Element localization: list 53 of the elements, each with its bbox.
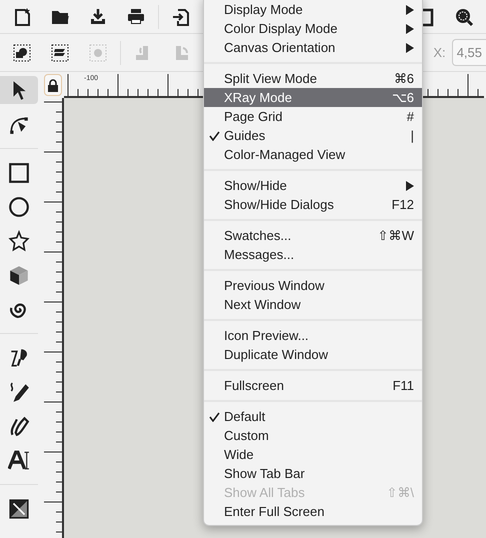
menu-item[interactable]: Fullscreen F11 [204, 376, 422, 395]
shortcut-label: # [406, 109, 414, 124]
lock-icon [48, 78, 58, 92]
calligraphy-pen-icon [8, 415, 30, 437]
new-document-icon [12, 6, 32, 26]
select-same-icon [88, 42, 108, 62]
submenu-arrow-icon [406, 180, 414, 190]
menu-item[interactable]: Previous Window [204, 276, 422, 295]
menu-item[interactable]: Split View Mode ⌘6 [204, 69, 422, 88]
text-tool-icon [8, 449, 30, 471]
menu-item[interactable]: Color-Managed View [204, 145, 422, 164]
shortcut-label: ⌘6 [394, 71, 414, 86]
menu-item[interactable]: XRay Mode ⌥6 [204, 88, 422, 107]
menu-item[interactable]: Duplicate Window [204, 345, 422, 364]
menu-item[interactable]: Messages... [204, 245, 422, 264]
rectangle-icon [8, 162, 30, 184]
menu-item[interactable]: Page Grid # [204, 107, 422, 126]
shortcut-label: F11 [392, 378, 414, 393]
menu-item[interactable]: Color Display Mode [204, 19, 422, 38]
menu-item[interactable]: Wide [204, 445, 422, 464]
import-icon [171, 6, 191, 26]
menu-item[interactable]: Show Tab Bar [204, 464, 422, 483]
menu-item[interactable]: Swatches... ⇧⌘W [204, 226, 422, 245]
printer-icon [126, 6, 146, 26]
menu-item[interactable]: Show/Hide Dialogs F12 [204, 195, 422, 214]
checkmark-icon [208, 412, 220, 422]
menu-item[interactable]: Display Mode [204, 0, 422, 19]
layers-icon [50, 42, 70, 62]
shortcut-label: ⇧⌘W [378, 228, 414, 243]
menu-item[interactable]: Canvas Orientation [204, 38, 422, 57]
menu-item[interactable]: Icon Preview... [204, 326, 422, 345]
menu-item[interactable]: Custom [204, 426, 422, 445]
checkmark-icon [208, 130, 220, 140]
menu-item[interactable]: Default [204, 407, 422, 426]
gradient-icon [8, 498, 30, 520]
circle-icon [8, 196, 30, 218]
shortcut-label: F12 [392, 197, 414, 212]
cube-icon [8, 264, 30, 286]
shortcut-label: ⌥6 [392, 90, 414, 105]
lock-button[interactable] [44, 74, 62, 96]
arrow-pointer-tool-button[interactable] [0, 76, 38, 104]
x-coordinate-label: X: [433, 45, 446, 60]
select-all-icon [12, 42, 32, 62]
zoom-icon [454, 6, 474, 26]
menu-item[interactable]: Next Window [204, 295, 422, 314]
menu-item[interactable]: Enter Full Screen [204, 502, 422, 521]
pencil-icon [8, 381, 30, 403]
menu-item[interactable]: Show/Hide [204, 176, 422, 195]
star-icon [8, 230, 30, 252]
menu-item[interactable]: Guides | [204, 126, 422, 145]
shortcut-label: ⇧⌘\ [386, 485, 414, 500]
download-icon [88, 6, 108, 26]
shortcut-label: | [410, 128, 414, 143]
